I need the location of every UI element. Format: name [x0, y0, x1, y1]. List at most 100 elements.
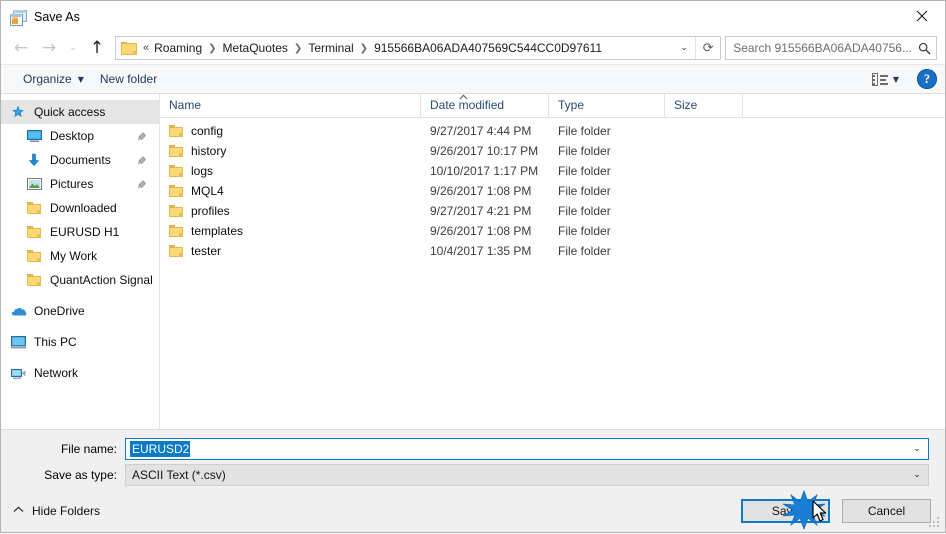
sidebar-item-label: Documents — [50, 153, 111, 167]
file-name-cell: config — [160, 124, 421, 138]
close-icon[interactable] — [899, 1, 945, 31]
documents-download-icon — [27, 153, 44, 167]
folder-icon — [27, 202, 44, 214]
breadcrumb-overflow[interactable]: « — [143, 42, 151, 54]
column-headers: Name Date modified Type Size — [160, 94, 945, 118]
sidebar-item-label: Quick access — [34, 105, 106, 119]
save-as-app-icon — [10, 9, 27, 26]
file-name-label: templates — [191, 224, 244, 238]
chevron-down-icon[interactable]: ⌄ — [673, 37, 695, 59]
file-rows: config 9/27/2017 4:44 PM File folder his… — [160, 118, 945, 429]
search-box[interactable]: Search 915566BA06ADA40756... — [725, 36, 937, 60]
search-icon[interactable] — [912, 42, 936, 55]
resize-grip[interactable] — [929, 517, 941, 529]
breadcrumb: « Roaming ❯ MetaQuotes ❯ Terminal ❯ 9155… — [143, 39, 673, 57]
desktop-icon — [27, 129, 44, 143]
sidebar-item-documents[interactable]: Documents — [1, 148, 159, 172]
folder-icon — [169, 145, 183, 157]
file-name-label: profiles — [191, 204, 230, 218]
pin-icon[interactable] — [137, 131, 147, 141]
sidebar-item-network[interactable]: Network — [1, 361, 159, 385]
table-row[interactable]: logs 10/10/2017 1:17 PM File folder — [160, 161, 945, 181]
file-name-cell: logs — [160, 164, 421, 178]
recent-locations-chevron-icon[interactable]: ⌄ — [63, 34, 83, 62]
sidebar-item-label: Desktop — [50, 129, 95, 143]
folder-icon — [27, 274, 44, 286]
folder-icon — [169, 165, 183, 177]
back-arrow-icon[interactable]: ← — [7, 34, 35, 62]
chevron-down-icon: ▼ — [77, 74, 84, 84]
breadcrumb-item-metaquotes[interactable]: MetaQuotes — [220, 39, 291, 57]
address-bar[interactable]: « Roaming ❯ MetaQuotes ❯ Terminal ❯ 9155… — [115, 36, 722, 60]
breadcrumb-item-terminal[interactable]: Terminal — [305, 39, 356, 57]
file-date-cell: 9/26/2017 10:17 PM — [430, 144, 539, 158]
folder-icon — [169, 125, 183, 137]
folder-icon — [169, 245, 183, 257]
sort-ascending-icon — [459, 93, 468, 103]
file-type-cell: File folder — [558, 184, 611, 198]
table-row[interactable]: config 9/27/2017 4:44 PM File folder — [160, 121, 945, 141]
sidebar-item-eurusd-h1[interactable]: EURUSD H1 — [1, 220, 159, 244]
breadcrumb-separator[interactable]: ❯ — [291, 43, 305, 54]
sidebar-item-label: My Work — [50, 249, 98, 263]
sidebar-item-quantaction-signal[interactable]: QuantAction Signal — [1, 268, 159, 292]
pin-icon[interactable] — [137, 179, 147, 189]
pin-icon[interactable] — [137, 155, 147, 165]
hide-folders-button[interactable]: Hide Folders — [13, 504, 100, 518]
file-type-cell: File folder — [558, 244, 611, 258]
view-options-button[interactable]: ▼ — [866, 70, 905, 89]
table-row[interactable]: templates 9/26/2017 1:08 PM File folder — [160, 221, 945, 241]
file-name-cell: templates — [160, 224, 421, 238]
organize-button[interactable]: Organize ▼ — [15, 68, 92, 90]
file-name-label: logs — [191, 164, 214, 178]
save-button[interactable]: Save — [741, 499, 830, 523]
breadcrumb-item-roaming[interactable]: Roaming — [151, 39, 205, 57]
save-button-label: Save — [771, 504, 800, 518]
table-row[interactable]: profiles 9/27/2017 4:21 PM File folder — [160, 201, 945, 221]
cancel-button[interactable]: Cancel — [842, 499, 931, 523]
breadcrumb-separator[interactable]: ❯ — [357, 43, 371, 54]
column-header-date-modified[interactable]: Date modified — [421, 94, 549, 117]
sidebar-item-downloaded[interactable]: Downloaded — [1, 196, 159, 220]
forward-glyph: → — [41, 37, 57, 58]
sidebar-item-label: OneDrive — [34, 304, 85, 318]
save-as-type-select[interactable]: ASCII Text (*.csv) ⌄ — [125, 464, 929, 486]
new-folder-button[interactable]: New folder — [92, 68, 165, 90]
refresh-icon[interactable]: ⟳ — [695, 37, 720, 59]
sidebar-item-my-work[interactable]: My Work — [1, 244, 159, 268]
forward-arrow-icon[interactable]: → — [35, 34, 63, 62]
chevron-down-icon[interactable]: ⌄ — [906, 470, 928, 480]
file-name-input[interactable]: EURUSD2 ⌄ — [125, 438, 929, 460]
chevron-down-icon[interactable]: ⌄ — [906, 444, 928, 454]
file-date-cell: 10/4/2017 1:35 PM — [430, 244, 532, 258]
file-name-value[interactable]: EURUSD2 — [130, 441, 191, 457]
file-list-pane: Name Date modified Type Size config 9/27… — [160, 94, 945, 429]
file-type-cell: File folder — [558, 164, 611, 178]
search-input[interactable]: Search 915566BA06ADA40756... — [726, 41, 912, 55]
sidebar-item-pictures[interactable]: Pictures — [1, 172, 159, 196]
column-header-type[interactable]: Type — [549, 94, 665, 117]
save-form: File name: EURUSD2 ⌄ Save as type: ASCII… — [1, 429, 945, 490]
chevron-up-icon — [13, 506, 24, 516]
sidebar-item-onedrive[interactable]: OneDrive — [1, 299, 159, 323]
breadcrumb-separator[interactable]: ❯ — [205, 43, 219, 54]
this-pc-icon — [11, 335, 28, 349]
table-row[interactable]: tester 10/4/2017 1:35 PM File folder — [160, 241, 945, 261]
help-button[interactable]: ? — [917, 69, 937, 89]
sidebar-item-label: This PC — [34, 335, 77, 349]
column-header-size[interactable]: Size — [665, 94, 743, 117]
column-header-name[interactable]: Name — [160, 94, 421, 117]
dialog-button-bar: Hide Folders Save Cancel — [1, 490, 945, 532]
breadcrumb-item-terminal-id[interactable]: 915566BA06ADA407569C544CC0D97611 — [371, 39, 605, 57]
recent-glyph: ⌄ — [69, 42, 77, 53]
sidebar-item-this-pc[interactable]: This PC — [1, 330, 159, 354]
table-row[interactable]: history 9/26/2017 10:17 PM File folder — [160, 141, 945, 161]
save-as-type-value: ASCII Text (*.csv) — [132, 468, 226, 482]
file-name-row: File name: EURUSD2 ⌄ — [1, 438, 945, 460]
command-bar: Organize ▼ New folder ▼ ? — [1, 64, 945, 94]
up-arrow-icon[interactable]: ↑ — [83, 34, 111, 62]
sidebar-item-quick-access[interactable]: Quick access — [1, 100, 159, 124]
sidebar-item-desktop[interactable]: Desktop — [1, 124, 159, 148]
table-row[interactable]: MQL4 9/26/2017 1:08 PM File folder — [160, 181, 945, 201]
